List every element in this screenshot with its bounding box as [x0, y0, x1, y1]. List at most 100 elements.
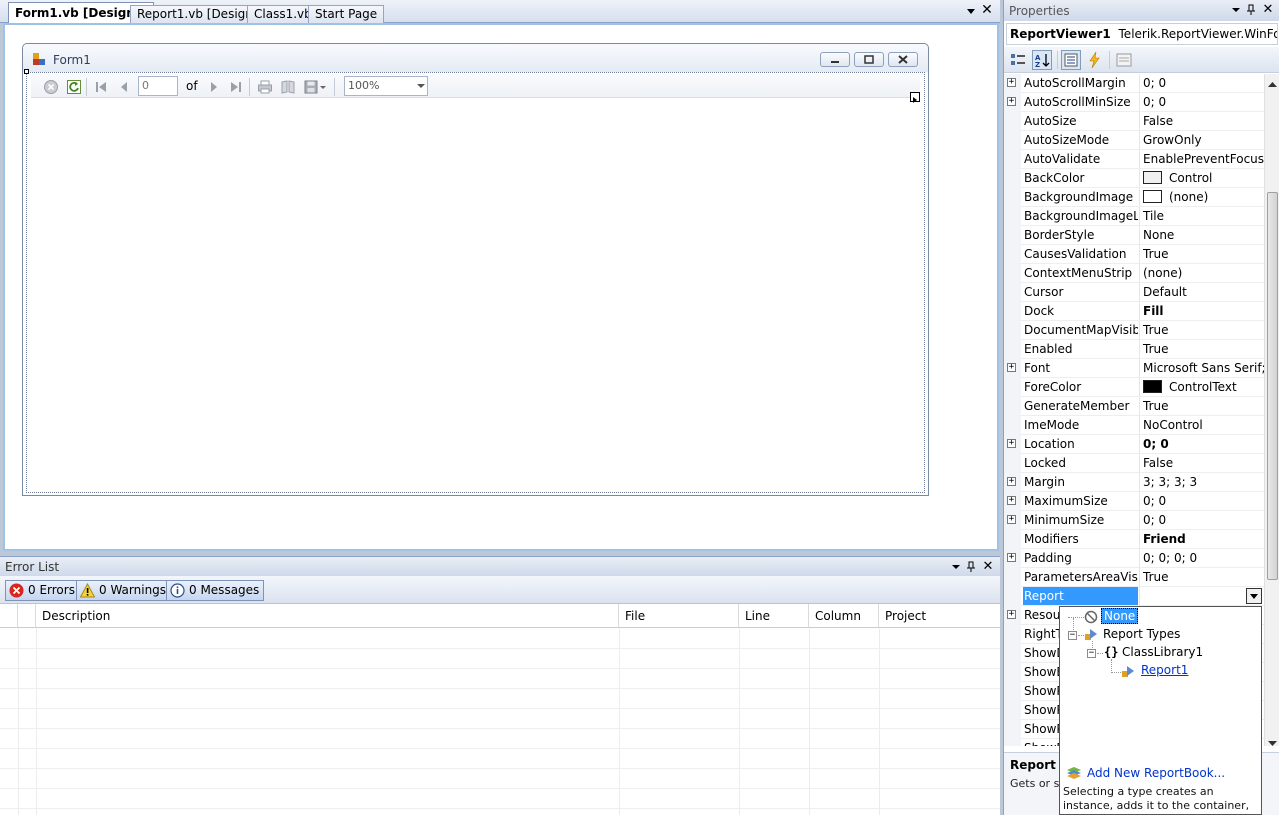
property-value[interactable]: True — [1139, 321, 1264, 339]
form-minimize-button[interactable] — [820, 52, 850, 67]
expand-icon[interactable]: + — [1007, 439, 1016, 448]
close-error-list-icon[interactable]: ✕ — [982, 560, 994, 573]
property-value[interactable]: Control — [1139, 169, 1264, 187]
refresh-icon[interactable] — [66, 79, 82, 95]
scroll-up-icon[interactable] — [1268, 77, 1277, 91]
tree-collapse-icon[interactable]: − — [1068, 631, 1077, 640]
errors-filter-button[interactable]: 0 Errors — [5, 580, 80, 601]
property-row[interactable]: + Margin 3; 3; 3; 3 — [1004, 473, 1264, 492]
pin-icon[interactable] — [1245, 4, 1257, 16]
property-grid-scrollbar[interactable] — [1264, 74, 1279, 746]
property-value[interactable]: Microsoft Sans Serif; 8,2 — [1139, 359, 1264, 377]
property-row[interactable]: + Font Microsoft Sans Serif; 8,2 — [1004, 359, 1264, 378]
property-value[interactable]: 0; 0 — [1139, 511, 1264, 529]
property-row[interactable]: BackColor Control — [1004, 169, 1264, 188]
column-header-column[interactable]: Column — [809, 604, 879, 628]
categorized-icon[interactable] — [1008, 50, 1028, 70]
expand-icon[interactable]: + — [1007, 553, 1016, 562]
close-properties-icon[interactable]: ✕ — [1262, 3, 1274, 16]
column-header-description[interactable]: Description — [36, 604, 619, 628]
property-row[interactable]: + MaximumSize 0; 0 — [1004, 492, 1264, 511]
property-row[interactable]: Report — [1004, 587, 1264, 606]
property-value[interactable]: Default — [1139, 283, 1264, 301]
property-pages-icon[interactable] — [1114, 50, 1134, 70]
property-value[interactable]: True — [1139, 568, 1264, 586]
property-value[interactable]: GrowOnly — [1139, 131, 1264, 149]
selection-handle[interactable] — [24, 69, 29, 74]
tab-report1-design[interactable]: Report1.vb [Design] — [130, 5, 265, 23]
expand-icon[interactable]: + — [1007, 610, 1016, 619]
page-number-input[interactable]: 0 — [138, 76, 178, 96]
property-value[interactable]: Friend — [1139, 530, 1264, 548]
property-row[interactable]: Cursor Default — [1004, 283, 1264, 302]
property-value[interactable]: None — [1139, 226, 1264, 244]
save-icon[interactable] — [303, 79, 319, 95]
property-row[interactable]: Dock Fill — [1004, 302, 1264, 321]
form-window[interactable]: Form1 0 of 100% — [22, 43, 929, 496]
property-value[interactable]: 0; 0 — [1139, 74, 1264, 92]
pin-icon[interactable] — [965, 561, 977, 573]
property-row[interactable]: + Location 0; 0 — [1004, 435, 1264, 454]
property-row[interactable]: + AutoScrollMinSize 0; 0 — [1004, 93, 1264, 112]
column-header-line[interactable]: Line — [739, 604, 809, 628]
warnings-filter-button[interactable]: 0 Warnings — [76, 580, 172, 601]
expand-icon[interactable]: + — [1007, 477, 1016, 486]
tab-dropdown-icon[interactable] — [964, 5, 978, 17]
property-value[interactable]: ControlText — [1139, 378, 1264, 396]
property-row[interactable]: + MinimumSize 0; 0 — [1004, 511, 1264, 530]
tree-item-report-types[interactable]: Report Types — [1103, 627, 1180, 641]
scroll-thumb[interactable] — [1267, 192, 1278, 580]
property-value[interactable]: 3; 3; 3; 3 — [1139, 473, 1264, 491]
properties-view-icon[interactable] — [1061, 50, 1081, 70]
property-row[interactable]: Modifiers Friend — [1004, 530, 1264, 549]
last-page-icon[interactable] — [228, 79, 244, 95]
expand-icon[interactable]: + — [1007, 496, 1016, 505]
object-selector[interactable]: ReportViewer1 Telerik.ReportViewer.WinFo… — [1006, 23, 1278, 45]
messages-filter-button[interactable]: 0 Messages — [166, 580, 265, 601]
column-header-index[interactable] — [18, 604, 36, 628]
property-value[interactable]: (none) — [1139, 264, 1264, 282]
tree-collapse-icon[interactable]: − — [1087, 649, 1096, 658]
column-header-icon[interactable] — [0, 604, 18, 628]
property-row[interactable]: ContextMenuStrip (none) — [1004, 264, 1264, 283]
property-row[interactable]: BackgroundImageLay Tile — [1004, 207, 1264, 226]
page-setup-icon[interactable] — [280, 79, 296, 95]
events-icon[interactable] — [1085, 50, 1105, 70]
property-value[interactable]: 0; 0; 0; 0 — [1139, 549, 1264, 567]
column-header-file[interactable]: File — [619, 604, 739, 628]
add-new-reportbook-link[interactable]: Add New ReportBook... — [1087, 766, 1225, 780]
property-row[interactable]: Locked False — [1004, 454, 1264, 473]
tab-start-page[interactable]: Start Page — [308, 5, 385, 23]
error-list-dropdown-icon[interactable] — [950, 561, 962, 573]
property-row[interactable]: GenerateMember True — [1004, 397, 1264, 416]
zoom-select[interactable]: 100% — [344, 76, 428, 96]
smart-tag-glyph[interactable] — [910, 92, 920, 103]
next-page-icon[interactable] — [206, 79, 222, 95]
property-row[interactable]: + AutoScrollMargin 0; 0 — [1004, 74, 1264, 93]
expand-icon[interactable]: + — [1007, 363, 1016, 372]
property-value[interactable]: 0; 0 — [1139, 93, 1264, 111]
form-maximize-button[interactable] — [854, 52, 884, 67]
properties-dropdown-icon[interactable] — [1230, 4, 1242, 16]
property-row[interactable]: BorderStyle None — [1004, 226, 1264, 245]
property-row[interactable]: AutoSizeMode GrowOnly — [1004, 131, 1264, 150]
property-value[interactable]: EnablePreventFocusCh — [1139, 150, 1264, 168]
print-icon[interactable] — [257, 79, 273, 95]
save-dropdown-icon[interactable] — [319, 79, 327, 95]
property-value[interactable]: True — [1139, 340, 1264, 358]
tree-item-none[interactable]: None — [1101, 608, 1139, 624]
scroll-down-icon[interactable] — [1268, 736, 1277, 750]
tree-item-namespace[interactable]: ClassLibrary1 — [1122, 645, 1203, 659]
expand-icon[interactable]: + — [1007, 515, 1016, 524]
property-row[interactable]: ImeMode NoControl — [1004, 416, 1264, 435]
property-row[interactable]: Enabled True — [1004, 340, 1264, 359]
stop-icon[interactable] — [43, 79, 59, 95]
close-document-icon[interactable]: ✕ — [980, 3, 994, 17]
expand-icon[interactable]: + — [1007, 78, 1016, 87]
report-dropdown-button[interactable] — [1246, 588, 1262, 604]
property-value[interactable]: False — [1139, 112, 1264, 130]
report-viewer-control[interactable]: 0 of 100% — [26, 72, 925, 493]
property-value[interactable]: True — [1139, 245, 1264, 263]
expand-icon[interactable]: + — [1007, 97, 1016, 106]
property-row[interactable]: AutoSize False — [1004, 112, 1264, 131]
